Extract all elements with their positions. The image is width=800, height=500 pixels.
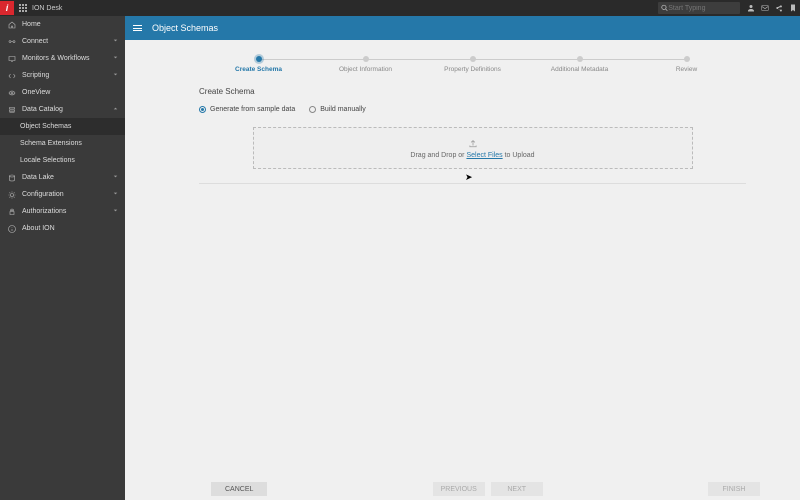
chevron-down-icon xyxy=(112,207,119,216)
about-icon xyxy=(6,225,18,233)
sidebar-item-label: About ION xyxy=(22,225,119,232)
step-label: Create Schema xyxy=(235,66,282,73)
chevron-down-icon xyxy=(112,54,119,63)
sidebar-item-label: Monitors & Workflows xyxy=(22,55,112,62)
step-dot-icon xyxy=(684,56,690,62)
bookmark-icon[interactable] xyxy=(786,4,800,12)
connect-icon xyxy=(6,38,18,46)
monitors-icon xyxy=(6,55,18,63)
radio-dot-icon xyxy=(199,106,206,113)
sidebar-item-data-lake[interactable]: Data Lake xyxy=(0,169,125,186)
sidebar-item-label: Connect xyxy=(22,38,112,45)
sidebar-item-label: Authorizations xyxy=(22,208,112,215)
chevron-down-icon xyxy=(112,190,119,199)
global-search[interactable] xyxy=(658,2,740,14)
mail-icon[interactable] xyxy=(758,4,772,12)
sidebar-item-authorizations[interactable]: Authorizations xyxy=(0,203,125,220)
hamburger-icon[interactable] xyxy=(133,25,142,31)
catalog-icon xyxy=(6,106,18,114)
previous-button[interactable]: PREVIOUS xyxy=(433,482,485,496)
sidebar-item-monitors-workflows[interactable]: Monitors & Workflows xyxy=(0,50,125,67)
step-dot-icon xyxy=(256,56,262,62)
chevron-up-icon xyxy=(112,105,119,114)
step-dot-icon xyxy=(363,56,369,62)
radio-build[interactable]: Build manually xyxy=(309,106,366,113)
sidebar-item-about-ion[interactable]: About ION xyxy=(0,220,125,237)
upload-icon xyxy=(468,138,478,150)
wizard-footer: CANCEL PREVIOUS NEXT FINISH xyxy=(125,478,800,500)
topbar: i ION Desk xyxy=(0,0,800,16)
share-icon[interactable] xyxy=(772,4,786,12)
sidebar-subitem-schema-extensions[interactable]: Schema Extensions xyxy=(0,135,125,152)
sidebar-item-scripting[interactable]: Scripting xyxy=(0,67,125,84)
content-area: Create Schema Object Information Property … xyxy=(125,40,800,478)
finish-button[interactable]: FINISH xyxy=(708,482,760,496)
chevron-down-icon xyxy=(112,37,119,46)
chevron-down-icon xyxy=(112,71,119,80)
sidebar-item-label: Configuration xyxy=(22,191,112,198)
step-1[interactable]: Object Information xyxy=(312,56,419,73)
search-icon xyxy=(661,4,668,12)
sidebar-item-label: Locale Selections xyxy=(20,157,119,164)
step-4[interactable]: Review xyxy=(633,56,740,73)
step-2[interactable]: Property Definitions xyxy=(419,56,526,73)
sidebar-subitem-object-schemas[interactable]: Object Schemas xyxy=(0,118,125,135)
mouse-cursor: ➤ xyxy=(465,172,473,183)
sidebar-item-connect[interactable]: Connect xyxy=(0,33,125,50)
section-title: Create Schema xyxy=(199,87,760,96)
step-dot-icon xyxy=(577,56,583,62)
sidebar-item-configuration[interactable]: Configuration xyxy=(0,186,125,203)
dropzone-text-suffix: to Upload xyxy=(503,152,535,159)
sidebar-item-label: Data Catalog xyxy=(22,106,112,113)
step-dot-icon xyxy=(470,56,476,62)
radio-generate[interactable]: Generate from sample data xyxy=(199,106,295,113)
app-title: ION Desk xyxy=(32,5,62,12)
select-files-link[interactable]: Select Files xyxy=(466,152,502,159)
schema-mode-radios: Generate from sample data Build manually xyxy=(199,106,760,113)
config-icon xyxy=(6,191,18,199)
upload-dropzone[interactable]: Drag and Drop or Select Files to Upload xyxy=(253,127,693,169)
brand-logo[interactable]: i xyxy=(0,1,14,15)
chevron-down-icon xyxy=(112,173,119,182)
sidebar-item-label: Scripting xyxy=(22,72,112,79)
dropzone-text-prefix: Drag and Drop or xyxy=(410,152,466,159)
auth-icon xyxy=(6,208,18,216)
step-label: Additional Metadata xyxy=(551,66,608,73)
sidebar-item-label: Schema Extensions xyxy=(20,140,119,147)
wizard-stepper: Create Schema Object Information Property … xyxy=(205,56,740,73)
radio-dot-icon xyxy=(309,106,316,113)
page-title: Object Schemas xyxy=(152,23,218,33)
sidebar-item-label: Home xyxy=(22,21,119,28)
oneview-icon xyxy=(6,89,18,97)
app-launcher-icon[interactable] xyxy=(16,4,30,12)
search-input[interactable] xyxy=(668,5,737,12)
cancel-button[interactable]: CANCEL xyxy=(211,482,267,496)
scripting-icon xyxy=(6,72,18,80)
next-button[interactable]: NEXT xyxy=(491,482,543,496)
step-0[interactable]: Create Schema xyxy=(205,56,312,73)
step-label: Review xyxy=(676,66,697,73)
user-icon[interactable] xyxy=(744,4,758,12)
sidebar-item-label: Object Schemas xyxy=(20,123,119,130)
step-label: Property Definitions xyxy=(444,66,501,73)
radio-generate-label: Generate from sample data xyxy=(210,106,295,113)
sidebar-item-home[interactable]: Home xyxy=(0,16,125,33)
main-panel: Object Schemas Create Schema Object Infor… xyxy=(125,16,800,500)
main-header: Object Schemas xyxy=(125,16,800,40)
sidebar-item-label: Data Lake xyxy=(22,174,112,181)
divider xyxy=(199,183,746,184)
step-label: Object Information xyxy=(339,66,392,73)
sidebar-item-oneview[interactable]: OneView xyxy=(0,84,125,101)
lake-icon xyxy=(6,174,18,182)
radio-build-label: Build manually xyxy=(320,106,366,113)
sidebar-item-label: OneView xyxy=(22,89,119,96)
home-icon xyxy=(6,21,18,29)
sidebar: Home Connect Monitors & Workflows Scripting… xyxy=(0,16,125,500)
sidebar-item-data-catalog[interactable]: Data Catalog xyxy=(0,101,125,118)
sidebar-subitem-locale-selections[interactable]: Locale Selections xyxy=(0,152,125,169)
step-3[interactable]: Additional Metadata xyxy=(526,56,633,73)
